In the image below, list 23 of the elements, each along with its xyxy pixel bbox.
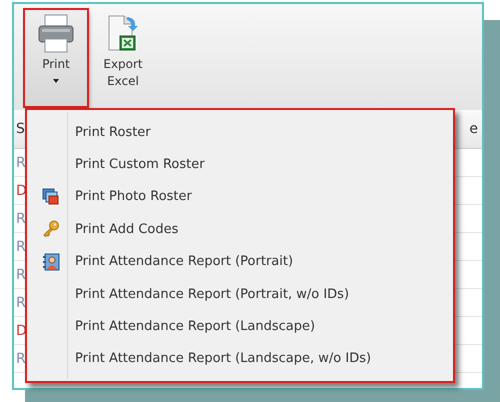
table-cell: R: [16, 266, 26, 282]
table-cell: R: [16, 294, 26, 310]
menu-item[interactable]: Print Roster: [27, 116, 453, 148]
photos-icon: [42, 188, 60, 206]
menu-item[interactable]: Print Custom Roster: [27, 148, 453, 181]
menu-item[interactable]: Print Photo Roster: [27, 180, 453, 214]
menu-item[interactable]: Print Attendance Report (Landscape): [27, 310, 453, 343]
print-button[interactable]: Print: [25, 10, 87, 106]
table-cell: R: [16, 154, 26, 170]
menu-item[interactable]: Print Attendance Report (Portrait, w/o IDs): [27, 278, 453, 310]
menu-item[interactable]: Print Attendance Report (Landscape, w/o IDs): [27, 342, 453, 375]
export-excel-button[interactable]: Export Excel: [93, 10, 153, 94]
printer-icon: [38, 14, 74, 54]
caret-icon: [53, 79, 59, 83]
column-header: S: [16, 121, 25, 137]
menu-item[interactable]: Print Add Codes: [27, 213, 453, 246]
table-cell: R: [16, 210, 26, 226]
contact-card-icon: [42, 252, 60, 271]
column-header: e: [469, 121, 478, 137]
table-cell: R: [16, 350, 26, 366]
key-icon: [42, 220, 60, 238]
menu-item[interactable]: Print Attendance Report (Portrait): [27, 246, 453, 278]
table-cell: R: [16, 238, 26, 254]
